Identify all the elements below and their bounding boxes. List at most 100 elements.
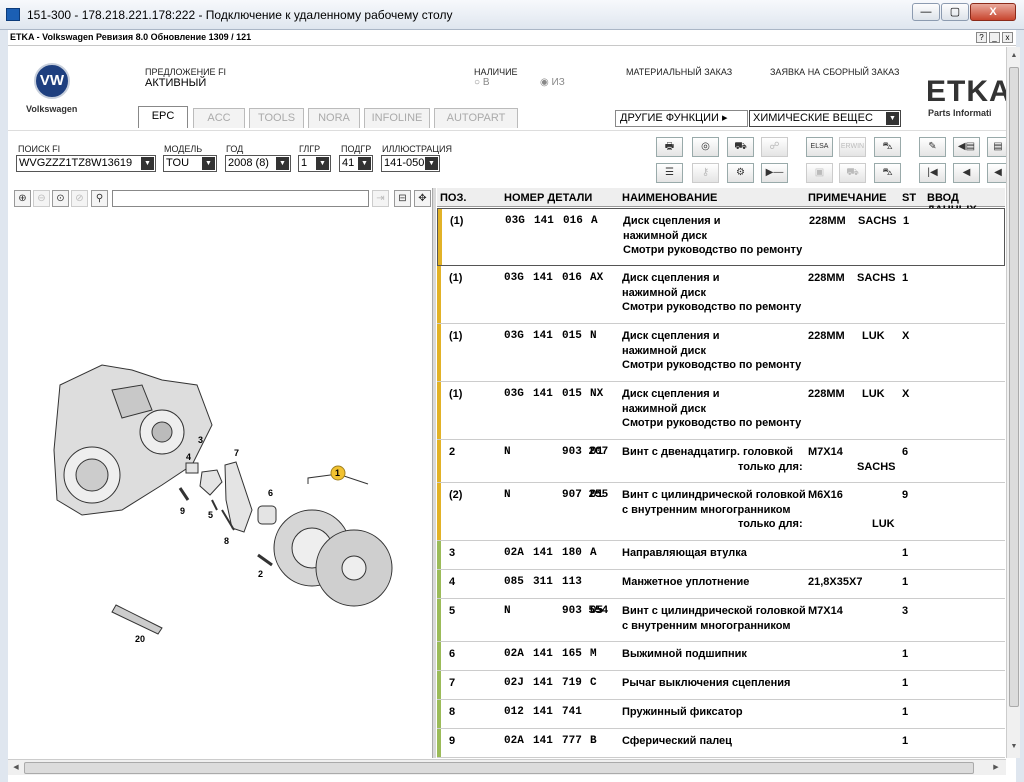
row-group-marker <box>437 483 441 540</box>
year-select[interactable]: 2008 (8) ▼ <box>225 155 291 172</box>
table-row[interactable]: (1) 03G 141 015 NX Диск сцепления и нажимной д… <box>437 382 1005 440</box>
scroll-down-icon[interactable]: ▼ <box>1008 740 1020 754</box>
callout-3: 3 <box>198 435 203 445</box>
table-row[interactable]: 8 012 141 741 Пружинный фиксатор 1 <box>437 700 1005 729</box>
chemicals-select-value: ХИМИЧЕСКИЕ ВЕЩЕС <box>753 112 873 124</box>
tab-tools[interactable]: TOOLS <box>249 108 304 128</box>
zoom-in-icon[interactable]: ⊕ <box>14 190 31 207</box>
list-icon[interactable]: ☰ <box>656 163 683 183</box>
cd-icon[interactable]: ◎ <box>692 137 719 157</box>
tab-acc[interactable]: ACC <box>193 108 245 128</box>
cell-part-suffix: 01 <box>590 489 604 501</box>
split-view-icon[interactable]: ⇥ <box>372 190 389 207</box>
prev-page-icon[interactable]: ◀▤ <box>953 137 980 157</box>
search-icon[interactable]: ⚲ <box>91 190 108 207</box>
chevron-down-icon[interactable]: ▼ <box>276 157 289 170</box>
pane-splitter[interactable] <box>432 188 436 758</box>
availability-of-radio[interactable]: ◉ ИЗ <box>540 77 565 88</box>
printer-icon[interactable]: 🖶 <box>656 137 683 157</box>
table-row[interactable]: 4 085 311 113 Манжетное уплотнение 21,8X35X7 1 <box>437 570 1005 599</box>
table-row[interactable]: (1) 03G 141 016 AX Диск сцепления и нажимной д… <box>437 266 1005 324</box>
table-row[interactable]: (1) 03G 141 015 N Диск сцепления и нажимной ди… <box>437 324 1005 382</box>
table-row[interactable]: 6 02A 141 165 M Выжимной подшипник 1 <box>437 642 1005 671</box>
scroll-right-icon[interactable]: ▶ <box>990 762 1002 774</box>
scroll-up-icon[interactable]: ▲ <box>1008 49 1020 63</box>
prev-icon[interactable]: ◀ <box>953 163 980 183</box>
elsa2-icon[interactable]: ▣ <box>806 163 833 183</box>
fi-search-select[interactable]: WVGZZZ1TZ8W13619 ▼ <box>16 155 156 172</box>
erwin-icon[interactable]: ERWIN <box>839 137 866 157</box>
assembly-order-link[interactable]: ЗАЯВКА НА СБОРНЫЙ ЗАКАЗ <box>770 67 899 77</box>
chevron-down-icon[interactable]: ▼ <box>202 157 215 170</box>
col-st[interactable]: ST <box>902 192 916 204</box>
cell-part-suffix: C <box>590 677 597 689</box>
col-part-number[interactable]: НОМЕР ДЕТАЛИ <box>504 192 592 204</box>
maximize-button[interactable]: ▢ <box>941 3 969 21</box>
key-icon[interactable]: ⚷ <box>692 163 719 183</box>
scroll-thumb[interactable] <box>1009 67 1019 707</box>
parts-table: ПОЗ. НОМЕР ДЕТАЛИ НАИМЕНОВАНИЕ ПРИМЕЧАНИ… <box>437 188 1005 758</box>
chevron-down-icon[interactable]: ▼ <box>141 157 154 170</box>
table-row[interactable]: 3 02A 141 180 A Направляющая втулка 1 <box>437 541 1005 570</box>
help-button[interactable]: ? <box>976 32 987 43</box>
table-row[interactable]: (2) N 907 255 01 Винт с цилиндрической голов… <box>437 483 1005 541</box>
parts-diagram[interactable]: 1 2 3 4 5 6 7 8 9 20 <box>12 210 432 758</box>
material-order-link[interactable]: МАТЕРИАЛЬНЫЙ ЗАКАЗ <box>626 67 732 77</box>
minimize-button[interactable]: — <box>912 3 940 21</box>
cell-part-suffix: AX <box>590 272 604 284</box>
tab-epc[interactable]: EPC <box>138 106 188 128</box>
table-row[interactable]: 2 N 903 207 01 Винт с двенадцатигр. головкой… <box>437 440 1005 483</box>
other-functions-button[interactable]: ДРУГИЕ ФУНКЦИИ ▸ <box>615 110 748 127</box>
col-name[interactable]: НАИМЕНОВАНИЕ <box>622 192 717 204</box>
availability-in-label: В <box>482 77 490 88</box>
table-row[interactable]: 5 N 903 554 05 Винт с цилиндрической головко… <box>437 599 1005 642</box>
chemicals-select[interactable]: ХИМИЧЕСКИЕ ВЕЩЕС ▼ <box>749 110 901 127</box>
tab-infoline[interactable]: INFOLINE <box>364 108 430 128</box>
elsa-icon[interactable]: ELSA <box>806 137 833 157</box>
vertical-scrollbar[interactable]: ▲ ▼ <box>1006 47 1020 758</box>
diagram-search-input[interactable] <box>112 190 369 207</box>
model-select[interactable]: TOU ▼ <box>163 155 217 172</box>
callout-8: 8 <box>224 536 229 546</box>
cart2-icon[interactable]: ⛍ <box>874 163 901 183</box>
app-close-button[interactable]: x <box>1002 32 1013 43</box>
pin-icon[interactable]: ✎ <box>919 137 946 157</box>
illustration-value: 141-050 <box>384 157 425 169</box>
tab-autopart[interactable]: AUTOPART <box>434 108 518 128</box>
first-icon[interactable]: |◀ <box>919 163 946 183</box>
close-button[interactable]: X <box>970 3 1016 21</box>
app-minimize-button[interactable]: _ <box>989 32 1000 43</box>
bike-icon[interactable]: ⚙ <box>727 163 754 183</box>
scroll-left-icon[interactable]: ◀ <box>10 762 22 774</box>
play-minus-icon[interactable]: ▶— <box>761 163 788 183</box>
part-6-shape <box>257 505 277 525</box>
tab-nora[interactable]: NORA <box>308 108 360 128</box>
table-row[interactable]: (1) 03G 141 016 A Диск сцепления и нажимной ди… <box>437 208 1005 266</box>
zoom-out-icon[interactable]: ⊖ <box>33 190 50 207</box>
horizontal-scrollbar[interactable]: ◀ ▶ <box>8 759 1006 775</box>
cell-name-line: Диск сцепления и <box>622 272 720 284</box>
hands-icon[interactable]: ☍ <box>761 137 788 157</box>
col-note[interactable]: ПРИМЕЧАНИЕ <box>808 192 887 204</box>
availability-in-radio[interactable]: ○ В <box>474 77 490 88</box>
chevron-down-icon[interactable]: ▼ <box>886 112 899 125</box>
zoom-fit-icon[interactable]: ⊙ <box>52 190 69 207</box>
layout-icon[interactable]: ⊟ <box>394 190 411 207</box>
car-icon[interactable]: ⛟ <box>727 137 754 157</box>
move-icon[interactable]: ✥ <box>414 190 431 207</box>
zoom-area-icon[interactable]: ⊘ <box>71 190 88 207</box>
car2-icon[interactable]: ⛟ <box>839 163 866 183</box>
hscroll-thumb[interactable] <box>24 762 974 774</box>
table-row[interactable]: 9 02A 141 777 B Сферический палец 1 <box>437 729 1005 758</box>
chevron-down-icon[interactable]: ▼ <box>425 157 438 170</box>
cell-name-line: Смотри руководство по ремонту <box>623 244 803 256</box>
illustration-select[interactable]: 141-050 ▼ <box>381 155 440 172</box>
sub-group-select[interactable]: 41 ▼ <box>339 155 373 172</box>
part-20-tube <box>111 604 163 635</box>
main-group-select[interactable]: 1 ▼ <box>298 155 331 172</box>
chevron-down-icon[interactable]: ▼ <box>358 157 371 170</box>
cart-icon[interactable]: ⛍ <box>874 137 901 157</box>
chevron-down-icon[interactable]: ▼ <box>316 157 329 170</box>
col-pos[interactable]: ПОЗ. <box>440 192 466 204</box>
table-row[interactable]: 7 02J 141 719 C Рычаг выключения сцепления 1 <box>437 671 1005 700</box>
